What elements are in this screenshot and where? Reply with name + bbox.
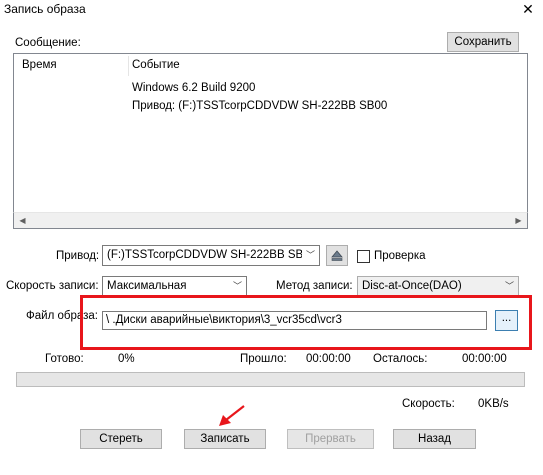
back-button[interactable]: Назад	[393, 429, 476, 449]
write-button[interactable]: Записать	[184, 429, 266, 449]
scroll-right-icon[interactable]: ▶	[510, 213, 527, 228]
speed-status-label: Скорость:	[402, 398, 455, 410]
drive-select-value: (F:)TSSTcorpCDDVDW SH-222BB SB00	[107, 249, 316, 261]
chevron-down-icon: ﹀	[501, 277, 518, 296]
remaining-value: 00:00:00	[462, 353, 507, 365]
log-row-event: Привод: (F:)TSSTcorpCDDVDW SH-222BB SB00	[132, 100, 388, 112]
drive-select[interactable]: (F:)TSSTcorpCDDVDW SH-222BB SB00 ﹀	[102, 245, 320, 266]
write-method-select[interactable]: Disc-at-Once(DAO) ﹀	[357, 276, 519, 297]
log-row-event: Windows 6.2 Build 9200	[132, 82, 256, 94]
save-log-button[interactable]: Сохранить	[447, 32, 519, 52]
elapsed-label: Прошло:	[240, 353, 287, 365]
remaining-label: Осталось:	[373, 353, 428, 365]
horizontal-scrollbar[interactable]: ◀ ▶	[13, 212, 528, 229]
chevron-down-icon: ﹀	[302, 246, 319, 265]
column-divider	[128, 56, 129, 76]
drive-label: Привод:	[56, 250, 100, 262]
write-progress-bar	[16, 372, 525, 387]
message-log: Время Событие Windows 6.2 Build 9200 При…	[13, 53, 528, 229]
write-speed-label: Скорость записи:	[6, 280, 99, 292]
write-speed-value: Максимальная	[107, 280, 187, 292]
write-method-label: Метод записи:	[276, 280, 353, 292]
annotation-highlight-box	[80, 295, 532, 350]
messages-label: Сообщение:	[15, 37, 81, 49]
write-method-value: Disc-at-Once(DAO)	[362, 280, 462, 292]
window-title: Запись образа	[4, 2, 86, 16]
abort-button: Прервать	[287, 429, 374, 449]
elapsed-value: 00:00:00	[306, 353, 351, 365]
erase-button[interactable]: Стереть	[80, 429, 162, 449]
verify-checkbox[interactable]	[357, 250, 370, 263]
eject-icon	[331, 250, 343, 261]
write-speed-select[interactable]: Максимальная ﹀	[102, 276, 247, 297]
verify-label: Проверка	[374, 250, 426, 262]
done-label: Готово:	[45, 353, 84, 365]
close-icon[interactable]: ✕	[518, 0, 538, 18]
column-header-time: Время	[22, 59, 57, 71]
chevron-down-icon: ﹀	[229, 277, 246, 296]
done-value: 0%	[118, 353, 135, 365]
column-header-event: Событие	[132, 59, 180, 71]
scroll-left-icon[interactable]: ◀	[14, 213, 31, 228]
eject-button[interactable]	[326, 245, 348, 266]
annotation-arrow-icon	[219, 405, 245, 426]
speed-status-value: 0KB/s	[478, 398, 509, 410]
